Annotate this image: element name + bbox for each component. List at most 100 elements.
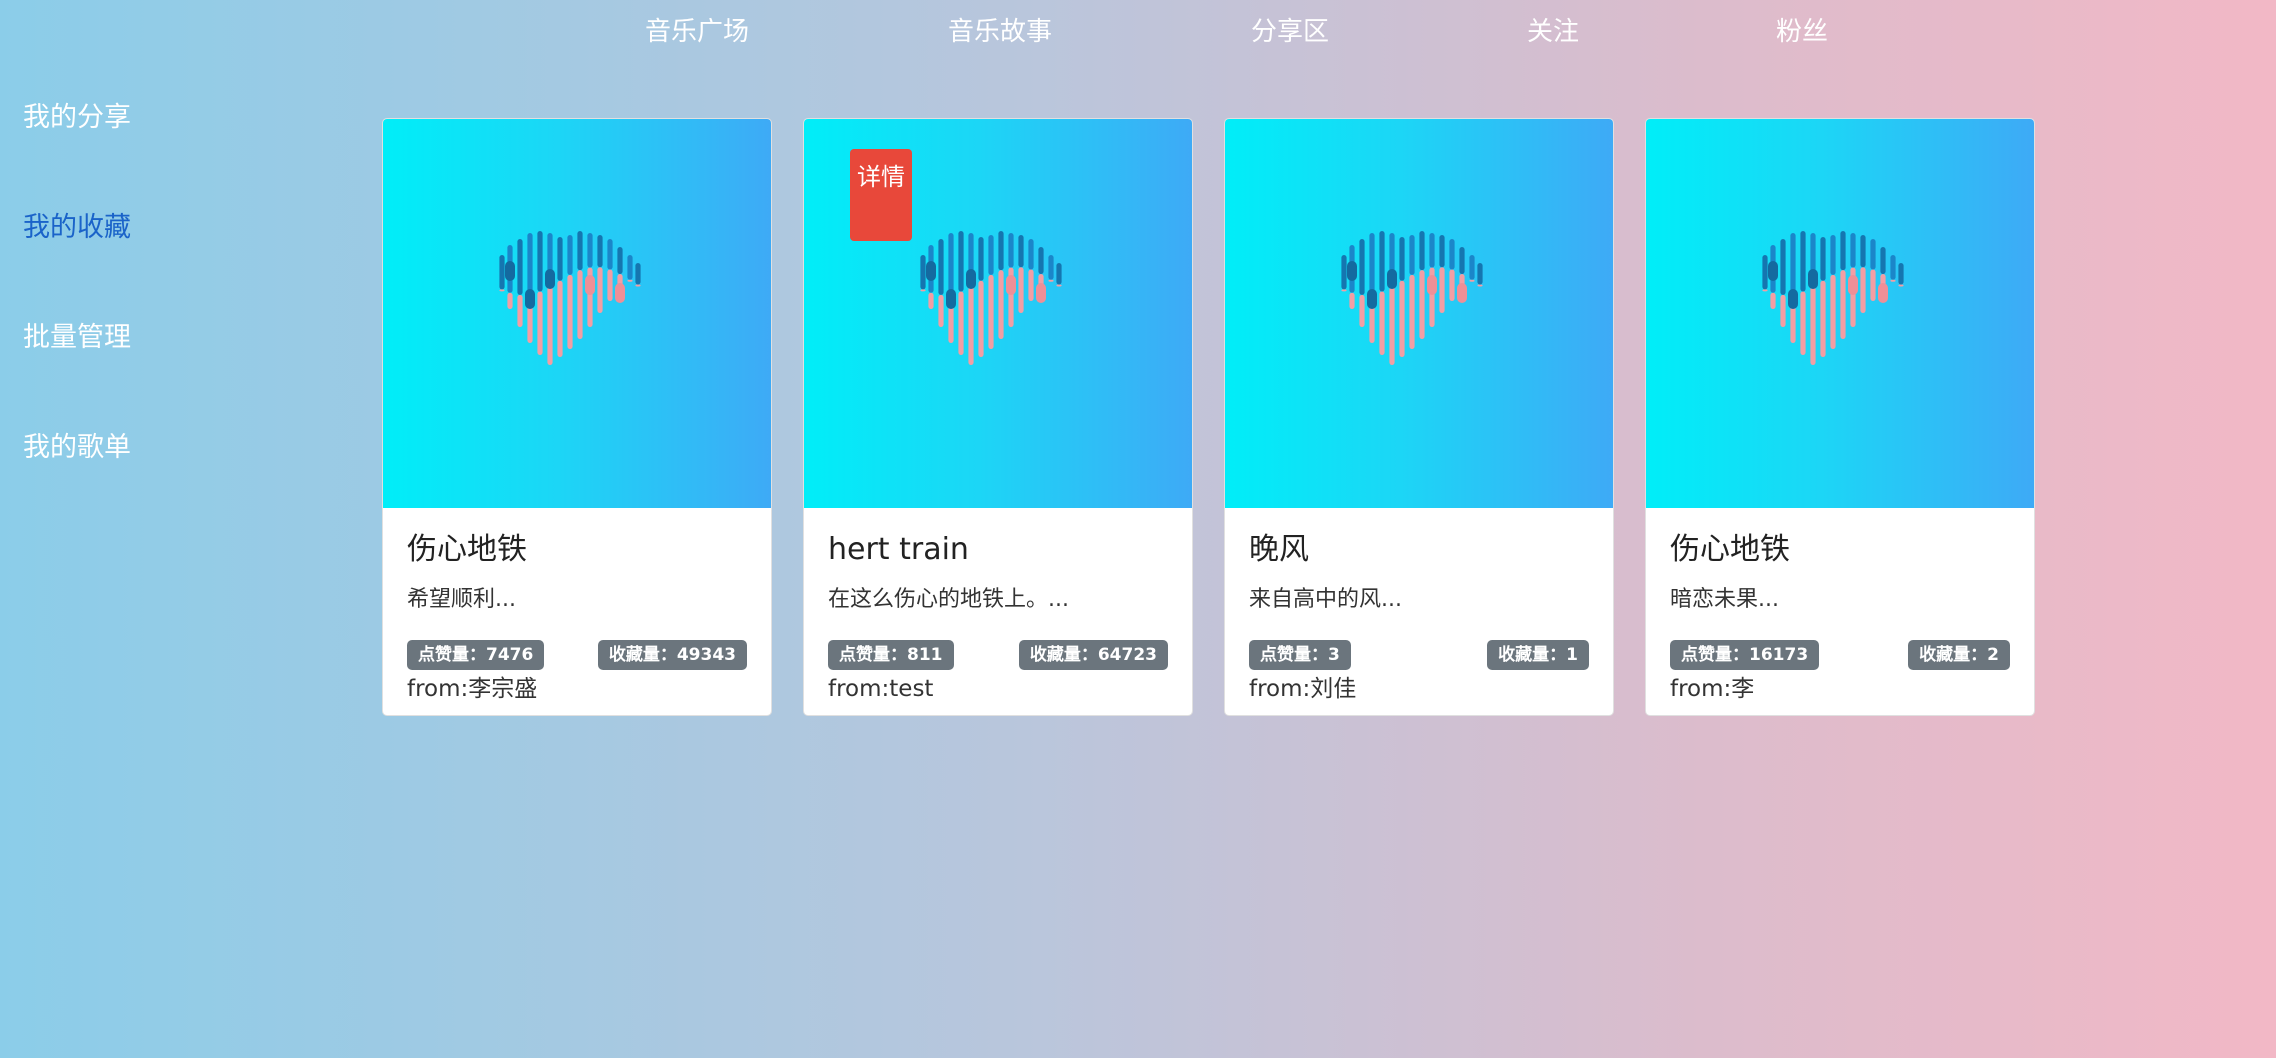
- wave-bar-top: [1008, 233, 1014, 268]
- wave-bar-top: [1369, 233, 1375, 295]
- song-description: 希望顺利...: [407, 587, 516, 612]
- wave-bar-bottom: [1830, 274, 1836, 349]
- wave-bar-top: [567, 235, 573, 275]
- card-body: 晚风 来自高中的风... 点赞量：3 收藏量：1 from:刘佳: [1225, 508, 1613, 715]
- wave-bar-top: [587, 233, 593, 268]
- detail-button[interactable]: 详情: [850, 149, 912, 241]
- sound-wave-heart-icon: [499, 231, 641, 365]
- nav-following[interactable]: 关注: [1527, 14, 1579, 50]
- wave-bar-top: [1399, 237, 1405, 281]
- wave-knob: [1036, 283, 1046, 303]
- nav-music-square[interactable]: 音乐广场: [645, 14, 749, 50]
- wave-bar-top: [1830, 235, 1836, 275]
- nav-music-stories[interactable]: 音乐故事: [948, 14, 1052, 50]
- wave-bar-top: [1341, 255, 1347, 290]
- wave-bar-bottom: [607, 269, 613, 301]
- wave-knob: [926, 261, 936, 281]
- song-author: from:李宗盛: [407, 676, 538, 702]
- wave-bar-bottom: [1800, 291, 1806, 355]
- wave-bar-bottom: [1419, 270, 1425, 339]
- song-card[interactable]: 伤心地铁 希望顺利... 点赞量：7476 收藏量：49343 from:李宗盛: [382, 118, 772, 716]
- song-cover[interactable]: [1225, 119, 1613, 508]
- top-nav: 音乐广场 音乐故事 分享区 关注 粉丝: [0, 14, 2276, 54]
- nav-share-zone[interactable]: 分享区: [1251, 14, 1329, 50]
- wave-bar-top: [988, 235, 994, 275]
- card-body: 伤心地铁 希望顺利... 点赞量：7476 收藏量：49343 from:李宗盛: [383, 508, 771, 715]
- wave-bar-top: [1898, 263, 1904, 285]
- wave-bar-top: [1439, 235, 1445, 268]
- wave-knob: [1878, 283, 1888, 303]
- wave-bar-bottom: [1399, 280, 1405, 357]
- song-description: 来自高中的风...: [1249, 587, 1402, 612]
- song-title: 晚风: [1249, 532, 1309, 567]
- wave-bar-bottom: [537, 291, 543, 355]
- nav-followers[interactable]: 粉丝: [1776, 14, 1828, 50]
- card-body: 伤心地铁 暗恋未果... 点赞量：16173 收藏量：2 from:李: [1646, 508, 2034, 715]
- wave-bar-bottom: [920, 289, 926, 292]
- wave-bar-bottom: [1810, 286, 1816, 365]
- wave-bar-top: [948, 233, 954, 295]
- wave-bar-top: [517, 239, 523, 295]
- wave-bar-top: [1800, 231, 1806, 292]
- wave-bar-bottom: [547, 286, 553, 365]
- wave-bar-top: [1018, 235, 1024, 268]
- sidebar-item-batch-manage[interactable]: 批量管理: [23, 320, 223, 356]
- wave-bar-top: [1359, 239, 1365, 295]
- sidebar-item-my-playlists[interactable]: 我的歌单: [23, 430, 223, 466]
- wave-bar-bottom: [1439, 267, 1445, 313]
- sidebar-item-my-shares[interactable]: 我的分享: [23, 100, 223, 136]
- wave-bar-bottom: [1780, 294, 1786, 327]
- song-card[interactable]: 伤心地铁 暗恋未果... 点赞量：16173 收藏量：2 from:李: [1645, 118, 2035, 716]
- song-author: from:刘佳: [1249, 676, 1357, 702]
- wave-bar-top: [1762, 255, 1768, 290]
- likes-badge: 点赞量：7476: [407, 640, 545, 670]
- wave-bar-bottom: [978, 280, 984, 357]
- likes-badge: 点赞量：3: [1249, 640, 1351, 670]
- wave-bar-top: [1880, 247, 1886, 274]
- wave-bar-bottom: [988, 274, 994, 349]
- favorites-badge: 收藏量：64723: [1018, 640, 1168, 670]
- wave-bar-top: [1840, 231, 1846, 271]
- wave-bar-top: [1469, 255, 1475, 280]
- song-card[interactable]: 晚风 来自高中的风... 点赞量：3 收藏量：1 from:刘佳: [1224, 118, 1614, 716]
- wave-bar-top: [577, 231, 583, 271]
- wave-bar-bottom: [1389, 286, 1395, 365]
- favorites-badge: 收藏量：1: [1487, 640, 1589, 670]
- song-cover[interactable]: 详情: [804, 119, 1192, 508]
- wave-bar-top: [1429, 233, 1435, 268]
- song-cover[interactable]: [383, 119, 771, 508]
- wave-bar-bottom: [928, 292, 934, 309]
- wave-knob: [1808, 269, 1818, 289]
- wave-bar-top: [527, 233, 533, 295]
- wave-bar-bottom: [938, 294, 944, 327]
- song-card[interactable]: 详情 hert train 在这么伤心的地铁上。... 点赞量：811 收藏量：…: [803, 118, 1193, 716]
- wave-knob: [545, 269, 555, 289]
- wave-bar-bottom: [517, 294, 523, 327]
- wave-bar-bottom: [1449, 269, 1455, 301]
- wave-bar-bottom: [1898, 284, 1904, 287]
- favorites-badge: 收藏量：49343: [597, 640, 747, 670]
- favorites-badge: 收藏量：2: [1908, 640, 2010, 670]
- wave-knob: [1788, 289, 1798, 309]
- wave-bar-bottom: [567, 274, 573, 349]
- wave-knob: [1768, 261, 1778, 281]
- wave-bar-bottom: [627, 279, 633, 282]
- wave-bar-top: [1790, 233, 1796, 295]
- wave-bar-top: [537, 231, 543, 292]
- wave-bar-top: [1820, 237, 1826, 281]
- wave-bar-bottom: [635, 284, 641, 287]
- wave-bar-bottom: [1890, 279, 1896, 282]
- wave-bar-top: [1379, 231, 1385, 292]
- wave-bar-bottom: [557, 280, 563, 357]
- wave-bar-bottom: [968, 286, 974, 365]
- wave-bar-top: [1890, 255, 1896, 280]
- sidebar-item-my-favorites[interactable]: 我的收藏: [23, 210, 223, 246]
- wave-knob: [1457, 283, 1467, 303]
- wave-bar-bottom: [1840, 270, 1846, 339]
- wave-bar-bottom: [1762, 289, 1768, 292]
- wave-bar-bottom: [1379, 291, 1385, 355]
- wave-bar-bottom: [1820, 280, 1826, 357]
- song-cover[interactable]: [1646, 119, 2034, 508]
- wave-bar-bottom: [1056, 284, 1062, 287]
- wave-knob: [505, 261, 515, 281]
